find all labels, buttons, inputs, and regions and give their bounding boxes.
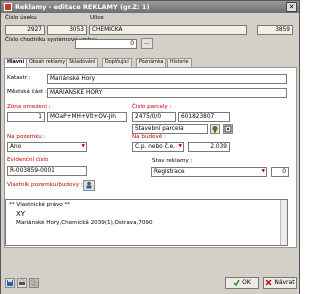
cislo-useku-label: Číslo úseku <box>5 15 37 21</box>
map-icon[interactable] <box>210 124 220 134</box>
tab-poznamka[interactable]: Poznámka <box>136 58 167 67</box>
ok-label: OK <box>242 279 251 286</box>
tab-obsah-reklamy[interactable]: Obsah reklamy <box>26 58 69 67</box>
parcela-type-field[interactable]: Stavební parcela <box>132 124 208 134</box>
vlastnik-lookup-button[interactable] <box>83 180 95 191</box>
app-icon <box>4 3 12 11</box>
close-button[interactable]: ✕ <box>286 2 297 12</box>
print-icon[interactable] <box>17 278 27 288</box>
parcela-code-field[interactable]: 601823807 <box>178 112 230 122</box>
cislo-useku-field-1[interactable]: 2927 <box>5 25 45 35</box>
save-icon[interactable] <box>5 278 15 288</box>
evidencni-label: Evidenční číslo <box>7 157 49 163</box>
memo-header: ** Vlastnické právo ** <box>9 202 71 208</box>
chodnik-lookup-button[interactable]: ... <box>141 38 153 49</box>
vlastnik-label: Vlastník pozemku/budovy : <box>7 182 83 188</box>
ulice-field[interactable]: CHEMICKÁ <box>89 25 247 35</box>
check-icon <box>233 279 240 287</box>
detail-icon[interactable] <box>223 124 233 134</box>
cancel-label: Návrat <box>274 279 295 286</box>
budove-select[interactable]: Č.p. nebo č.e. <box>132 142 184 152</box>
zona-label: Zóna omezení : <box>7 104 51 110</box>
katastr-field[interactable]: Mariánské Hory <box>47 74 287 84</box>
mestska-cast-field[interactable]: MARIÁNSKÉ HORY <box>47 88 287 98</box>
memo-owner-name: XY <box>16 210 26 218</box>
memo-owner-address: Mariánské Hory,Chemická 2039(1),Ostrava,… <box>16 220 153 226</box>
pozemku-select[interactable]: Ano <box>7 142 87 152</box>
cross-icon <box>265 279 272 286</box>
parcela-label: Číslo parcely : <box>132 104 172 110</box>
tab-doplnujici[interactable]: Doplňující <box>102 58 132 67</box>
dialog-window: Reklamy - editace REKLAMY (gr.Z: 1) ✕ Čí… <box>0 0 300 294</box>
parcela-field[interactable]: 2475/0/0 <box>132 112 176 122</box>
tab-skladovani[interactable]: Skladování <box>66 58 99 67</box>
owner-memo[interactable]: ** Vlastnické právo ** XY Mariánské Hory… <box>5 199 288 246</box>
zona-number-field[interactable]: 1 <box>7 112 45 122</box>
stav-label: Stav reklamy : <box>152 158 193 164</box>
budove-number-field[interactable]: 2.039 <box>188 142 230 152</box>
window-title: Reklamy - editace REKLAMY (gr.Z: 1) <box>15 3 150 11</box>
chodnik-field[interactable]: 0 <box>75 39 137 49</box>
copy-icon[interactable] <box>29 278 39 288</box>
tab-historie[interactable]: Historie <box>167 58 192 67</box>
zona-field[interactable]: MOaP+MH+Vít+OV-Jih <box>47 112 127 122</box>
pozemku-label: Na pozemku : <box>7 134 46 140</box>
bottom-toolbar: OK Návrat <box>1 249 299 294</box>
stav-number-field[interactable]: 0 <box>271 167 289 177</box>
memo-scrollbar[interactable] <box>280 200 287 245</box>
ok-button[interactable]: OK <box>225 277 259 289</box>
katastr-label: Katastr : <box>7 75 31 81</box>
cancel-button[interactable]: Návrat <box>263 277 297 289</box>
cislo-useku-field-2[interactable]: 3053 <box>47 25 87 35</box>
stav-select[interactable]: Registrace <box>151 167 267 177</box>
ulice-label: Ulice <box>90 15 104 21</box>
tab-strip: Hlavní Obsah reklamy Skladování Doplňují… <box>4 58 296 68</box>
ulice-code-field[interactable]: 3859 <box>257 25 293 35</box>
mestska-cast-label: Městská část : <box>7 89 47 95</box>
title-bar: Reklamy - editace REKLAMY (gr.Z: 1) ✕ <box>1 1 299 13</box>
evidencni-field[interactable]: R-003859-0001 <box>7 166 87 176</box>
budove-label: Na budově : <box>132 134 166 140</box>
